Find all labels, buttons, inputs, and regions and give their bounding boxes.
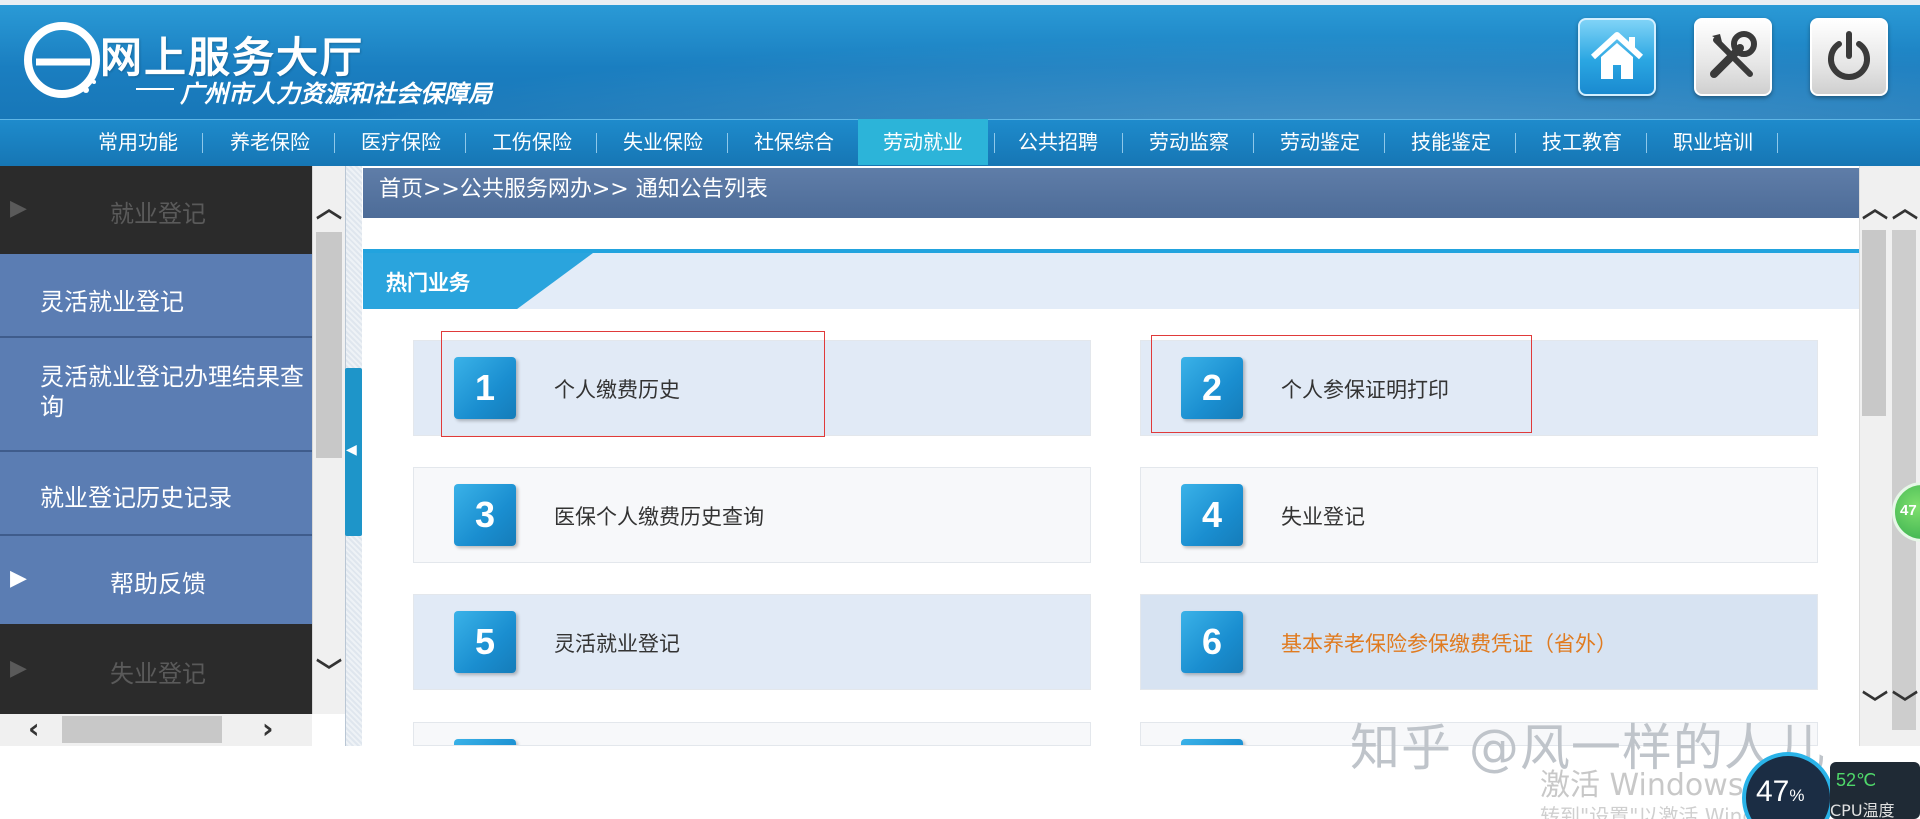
sidebar-item-flexible-result-query[interactable]: 灵活就业登记办理结果查询 [0, 338, 312, 452]
floating-ball-value: 47 [1900, 502, 1917, 519]
cpu-temp-value: 52℃ [1836, 770, 1877, 790]
scroll-up-icon[interactable]: ︿ [1862, 196, 1888, 222]
number-badge-icon: 5 [454, 611, 516, 673]
home-button[interactable] [1578, 18, 1656, 96]
hot-services-title: 热门业务 [386, 271, 470, 295]
sidebar-item-label: 就业登记 [110, 200, 206, 228]
nav-separator [334, 133, 335, 153]
scroll-down-icon[interactable]: ﹀ [1892, 692, 1918, 718]
number-badge-icon [454, 739, 516, 745]
service-card-label: 灵活就业登记 [554, 632, 680, 656]
cpu-usage-unit: % [1789, 786, 1805, 805]
nav-item-social-security[interactable]: 社保综合 [736, 119, 852, 165]
sidebar-item-registration-history[interactable]: 就业登记历史记录 [0, 452, 312, 536]
breadcrumb: 首页>>公共服务网办>> 通知公告列表 [363, 168, 1859, 218]
service-card-6[interactable]: 6 基本养老保险参保缴费凭证（省外） [1140, 594, 1818, 690]
page-scroll-thumb[interactable] [1892, 230, 1916, 730]
highlight-box [441, 331, 825, 437]
cpu-usage-value: 47% [1756, 775, 1805, 809]
number-badge-icon: 4 [1181, 484, 1243, 546]
service-card-label: 医保个人缴费历史查询 [554, 505, 764, 529]
nav-separator [596, 133, 597, 153]
cpu-temp-label: CPU温度 [1830, 801, 1895, 819]
logout-button[interactable] [1810, 18, 1888, 96]
sidebar-item-label: 帮助反馈 [110, 570, 206, 598]
scroll-up-icon[interactable]: ︿ [316, 196, 342, 222]
nav-item-unemployment-insurance[interactable]: 失业保险 [605, 119, 721, 165]
tools-button[interactable] [1694, 18, 1772, 96]
nav-separator [465, 133, 466, 153]
sidebar-item-flexible-employment[interactable]: 灵活就业登记 [0, 254, 312, 338]
home-icon [1590, 32, 1644, 79]
sidebar: ▶ 就业登记 灵活就业登记 灵活就业登记办理结果查询 就业登记历史记录 ▶ 帮助… [0, 166, 312, 714]
play-arrow-icon: ▶ [10, 196, 27, 221]
nav-separator [727, 133, 728, 153]
sidebar-item-label: 灵活就业登记 [40, 288, 184, 316]
sidebar-item-label: 灵活就业登记办理结果查询 [40, 363, 304, 421]
e-logo-icon [24, 22, 100, 98]
windows-activation-title: 激活 Windows [1540, 768, 1744, 803]
scroll-up-icon[interactable]: ︿ [1892, 196, 1918, 222]
sidebar-hscroll-thumb[interactable] [62, 716, 222, 743]
service-card-4[interactable]: 4 失业登记 [1140, 467, 1818, 563]
site-subtitle-text: 广州市人力资源和社会保障局 [180, 80, 492, 108]
sidebar-scroll-thumb[interactable] [316, 232, 342, 458]
number-badge-icon: 3 [454, 484, 516, 546]
collapse-arrow-icon: ◀ [346, 442, 357, 458]
nav-item-technical-education[interactable]: 技工教育 [1524, 119, 1640, 165]
site-subtitle: 广州市人力资源和社会保障局 [136, 74, 492, 109]
service-card-partial[interactable] [413, 722, 1091, 746]
nav-item-labor-appraisal[interactable]: 劳动鉴定 [1262, 119, 1378, 165]
nav-item-injury-insurance[interactable]: 工伤保险 [474, 119, 590, 165]
service-card-5[interactable]: 5 灵活就业登记 [413, 594, 1091, 690]
scroll-down-icon[interactable]: ﹀ [316, 660, 342, 686]
nav-item-labor-employment[interactable]: 劳动就业 [858, 119, 988, 165]
sidebar-item-label: 就业登记历史记录 [40, 484, 232, 512]
cpu-usage-number: 47 [1756, 775, 1790, 808]
nav-separator [1253, 133, 1254, 153]
scroll-right-icon[interactable]: › [262, 715, 274, 743]
sidebar-item-label: 失业登记 [110, 660, 206, 688]
nav-item-medical-insurance[interactable]: 医疗保险 [343, 119, 459, 165]
nav-item-vocational-training[interactable]: 职业培训 [1655, 119, 1771, 165]
service-card-3[interactable]: 3 医保个人缴费历史查询 [413, 467, 1091, 563]
number-badge-icon [1181, 739, 1243, 745]
sidebar-item-unemployment-registration[interactable]: ▶ 失业登记 [0, 624, 312, 714]
number-badge-icon: 6 [1181, 611, 1243, 673]
scroll-down-icon[interactable]: ﹀ [1862, 692, 1888, 718]
nav-item-skill-appraisal[interactable]: 技能鉴定 [1393, 119, 1509, 165]
sidebar-item-employment-registration[interactable]: ▶ 就业登记 [0, 166, 312, 254]
nav-separator [1122, 133, 1123, 153]
nav-item-public-recruitment[interactable]: 公共招聘 [1000, 119, 1116, 165]
nav-item-common-functions[interactable]: 常用功能 [80, 119, 196, 165]
nav-separator [1777, 133, 1778, 153]
highlight-box [1151, 335, 1532, 433]
nav-item-pension-insurance[interactable]: 养老保险 [212, 119, 328, 165]
scroll-left-icon[interactable]: ‹ [28, 715, 40, 743]
play-arrow-icon: ▶ [10, 566, 27, 591]
service-card-label: 基本养老保险参保缴费凭证（省外） [1281, 632, 1617, 656]
nav-separator [1384, 133, 1385, 153]
service-card-label: 失业登记 [1281, 505, 1365, 529]
tools-icon [1710, 31, 1757, 78]
power-icon [1828, 31, 1870, 80]
nav-item-labor-inspection[interactable]: 劳动监察 [1131, 119, 1247, 165]
play-arrow-icon: ▶ [10, 656, 27, 681]
nav-separator [202, 133, 203, 153]
nav-separator [994, 133, 995, 153]
content-scroll-thumb[interactable] [1862, 230, 1886, 416]
nav-separator [1515, 133, 1516, 153]
sidebar-item-help-feedback[interactable]: ▶ 帮助反馈 [0, 536, 312, 624]
hot-services-header [363, 249, 1859, 309]
nav-separator [1646, 133, 1647, 153]
